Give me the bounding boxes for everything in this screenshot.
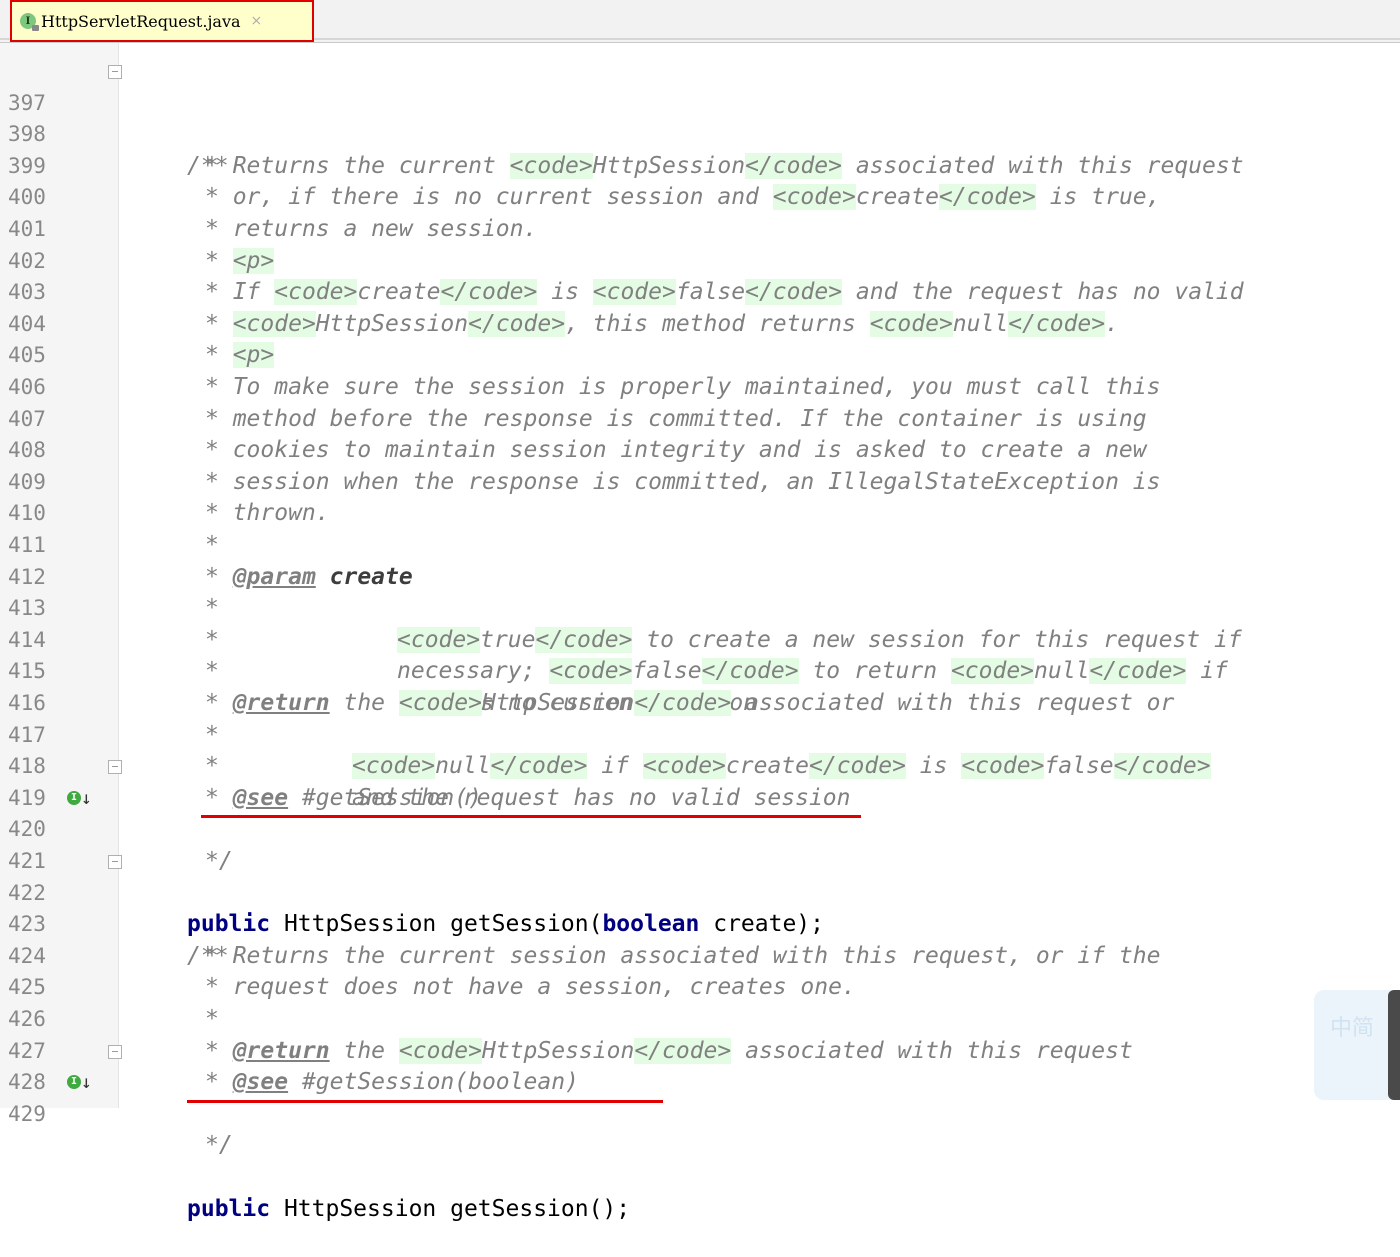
code-line: 402 * If <code>create</code> is <code>fa… (0, 214, 1400, 306)
code-line: 404 * <p> (0, 277, 1400, 369)
interface-file-icon: I (20, 13, 39, 31)
tab-filename: HttpServletRequest.java (41, 11, 241, 31)
close-icon[interactable]: × (251, 13, 263, 29)
arrow-down-icon[interactable]: ↓ (81, 1074, 92, 1092)
code-line: 405 * To make sure the session is proper… (0, 309, 1400, 400)
widget-text: 中简 (1330, 1016, 1375, 1041)
interface-icon-letter: I (25, 15, 31, 27)
keyword: public (187, 1195, 271, 1222)
code-line: 397 /** (0, 56, 1400, 179)
code-line: 410 * (0, 467, 1400, 558)
code-line: 417 * and the request has no valid sessi… (0, 688, 1400, 811)
fold-icon[interactable] (108, 65, 122, 79)
code-line: 412 * <code>true</code> to create a new … (0, 530, 1400, 653)
code-line: 426 * @return the <code>HttpSession</cod… (0, 972, 1400, 1064)
code-line: 408 * session when the response is commi… (0, 404, 1400, 495)
code-line: 422 /** (0, 846, 1400, 969)
code-line: 399 * or, if there is no current session… (0, 119, 1400, 211)
editor-tab-bar: I HttpServletRequest.java × (0, 0, 1400, 43)
code-line: 416 * <code>null</code> if <code>create<… (0, 656, 1400, 780)
code-line: 415 * @return the <code>HttpSession</cod… (0, 625, 1400, 716)
fold-icon[interactable] (108, 760, 122, 775)
code-line: 419 */ (0, 751, 1400, 874)
code-line: 418 * @see #getSession() (0, 720, 1400, 811)
code-line: 406 * method before the response is comm… (0, 340, 1400, 432)
fold-icon[interactable] (108, 1044, 122, 1059)
code-line: 414 * there's no current session (0, 593, 1400, 716)
code-line: 427 * @see #getSession(boolean) (0, 1004, 1400, 1096)
code-line: 424 * request does not have a session, c… (0, 909, 1400, 1001)
code-line: 398 * Returns the current <code>HttpSess… (0, 88, 1400, 179)
code-line: 403 * <code>HttpSession</code>, this met… (0, 246, 1400, 337)
code-line: 429 I ↓ public HttpSession getSession(); (0, 1067, 1400, 1222)
code-line: 425 * (0, 941, 1400, 1032)
line-number: 429 (8, 1101, 46, 1126)
implemented-method-icon[interactable]: I (67, 790, 81, 805)
fold-icon[interactable] (108, 855, 122, 869)
code-line: 400 * returns a new session. (0, 151, 1400, 242)
code-text: HttpSession getSession(); (270, 1195, 631, 1222)
code-line: 407 * cookies to maintain session integr… (0, 372, 1400, 464)
input-method-widget[interactable]: 中简 (1314, 990, 1400, 1100)
lock-icon (32, 25, 39, 31)
code-line: 420 I ↓ public HttpSession getSession(bo… (0, 783, 1400, 937)
tab-httpservletrequest[interactable]: I HttpServletRequest.java × (10, 0, 314, 42)
red-underline-annotation (187, 1100, 663, 1103)
code-line: 413 * necessary; <code>false</code> to r… (0, 562, 1400, 685)
widget-avatar-edge (1388, 990, 1400, 1100)
code-line: 423 * Returns the current session associ… (0, 878, 1400, 969)
arrow-down-icon[interactable]: ↓ (81, 789, 92, 808)
code-line: 421 (0, 814, 1400, 873)
code-line: 409 * thrown. (0, 435, 1400, 527)
comment-text: */ (205, 1132, 233, 1159)
code-line: 428 */ (0, 1036, 1400, 1158)
code-line: 401 * <p> (0, 182, 1400, 274)
red-underline-annotation (201, 815, 861, 818)
implemented-method-icon[interactable]: I (67, 1075, 81, 1090)
code-line: 411 * @param create (0, 498, 1400, 590)
